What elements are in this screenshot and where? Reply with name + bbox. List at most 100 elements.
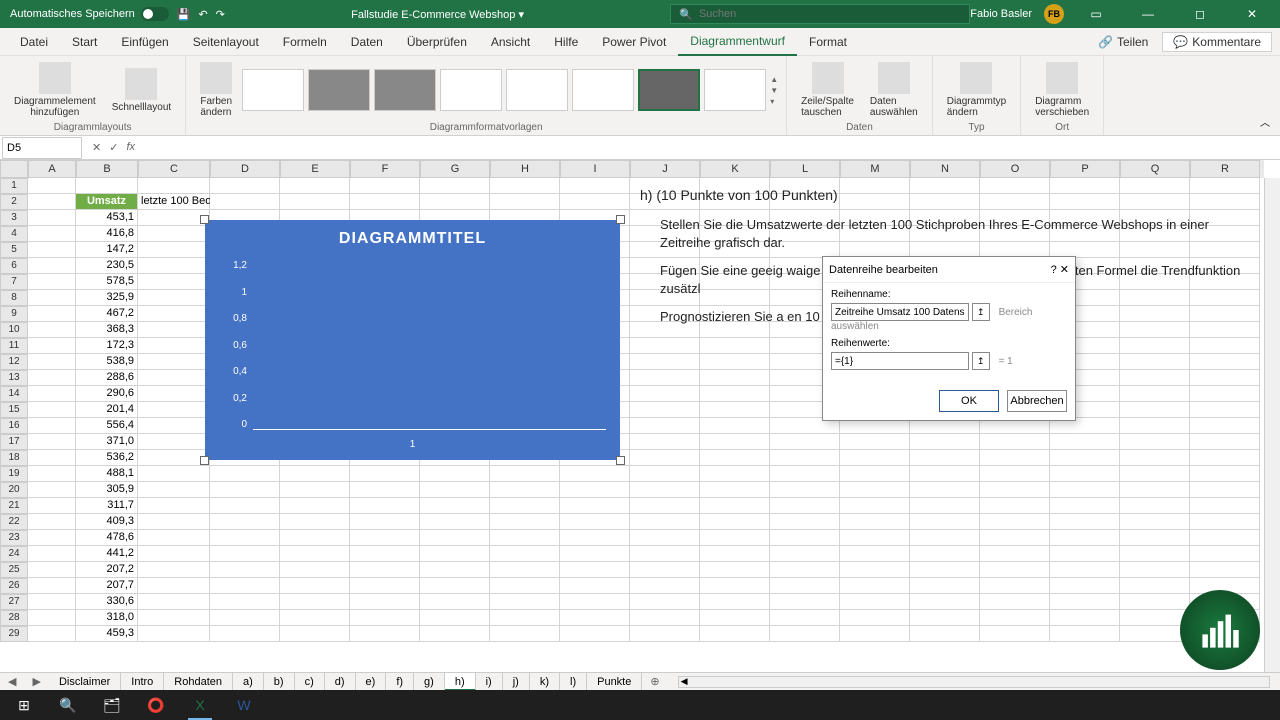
cell[interactable]: [630, 418, 700, 434]
chart-style-3[interactable]: [374, 69, 436, 111]
tab-hilfe[interactable]: Hilfe: [542, 28, 590, 56]
switch-row-column-button[interactable]: Zeile/Spalte tauschen: [795, 60, 860, 120]
cell[interactable]: [980, 498, 1050, 514]
cell[interactable]: 172,3: [76, 338, 138, 354]
sheet-tab[interactable]: Punkte: [587, 673, 642, 691]
cell[interactable]: [980, 594, 1050, 610]
minimize-icon[interactable]: —: [1128, 0, 1168, 28]
cell[interactable]: [910, 530, 980, 546]
cell[interactable]: [28, 274, 76, 290]
cell[interactable]: [1050, 626, 1120, 642]
cell[interactable]: [560, 610, 630, 626]
row-header[interactable]: 17: [0, 434, 28, 450]
column-header[interactable]: P: [1050, 160, 1120, 178]
cell[interactable]: [138, 290, 210, 306]
cell[interactable]: [980, 562, 1050, 578]
collapse-ribbon-icon[interactable]: ︿: [1260, 114, 1270, 129]
cell[interactable]: [280, 482, 350, 498]
redo-icon[interactable]: ↷: [216, 8, 225, 21]
cell[interactable]: [1050, 530, 1120, 546]
cell[interactable]: [138, 258, 210, 274]
vertical-scrollbar[interactable]: [1264, 178, 1280, 672]
cell[interactable]: [840, 530, 910, 546]
cell[interactable]: [630, 338, 700, 354]
cell[interactable]: [910, 498, 980, 514]
row-header[interactable]: 28: [0, 610, 28, 626]
cell[interactable]: [490, 530, 560, 546]
cell[interactable]: [420, 194, 490, 210]
row-header[interactable]: 12: [0, 354, 28, 370]
cell[interactable]: [770, 434, 840, 450]
cell[interactable]: [490, 466, 560, 482]
cell[interactable]: [28, 354, 76, 370]
cell[interactable]: [980, 578, 1050, 594]
cell[interactable]: [700, 594, 770, 610]
cell[interactable]: [560, 178, 630, 194]
cell[interactable]: [280, 514, 350, 530]
row-header[interactable]: 15: [0, 402, 28, 418]
cell[interactable]: [560, 562, 630, 578]
cell[interactable]: [840, 594, 910, 610]
cell[interactable]: [1050, 434, 1120, 450]
row-header[interactable]: 2: [0, 194, 28, 210]
cell[interactable]: [138, 306, 210, 322]
horizontal-scrollbar[interactable]: ◀: [678, 676, 1270, 688]
cell[interactable]: [910, 594, 980, 610]
cell[interactable]: [700, 498, 770, 514]
cell[interactable]: [910, 450, 980, 466]
fx-icon[interactable]: fx: [126, 141, 135, 154]
column-header[interactable]: J: [630, 160, 700, 178]
row-header[interactable]: 4: [0, 226, 28, 242]
cell[interactable]: [420, 546, 490, 562]
sheet-nav-next-icon[interactable]: ▶: [24, 675, 48, 688]
cell[interactable]: [840, 466, 910, 482]
cell[interactable]: [770, 562, 840, 578]
row-header[interactable]: 23: [0, 530, 28, 546]
cell[interactable]: [630, 466, 700, 482]
cell[interactable]: [560, 578, 630, 594]
autosave-toggle[interactable]: Automatisches Speichern: [10, 7, 169, 21]
cell[interactable]: [28, 194, 76, 210]
sheet-tab[interactable]: a): [233, 673, 264, 691]
cell[interactable]: [630, 546, 700, 562]
cell[interactable]: [490, 194, 560, 210]
cell[interactable]: [980, 626, 1050, 642]
cell[interactable]: [420, 578, 490, 594]
tab-ansicht[interactable]: Ansicht: [479, 28, 542, 56]
sheet-tab[interactable]: e): [356, 673, 387, 691]
sheet-tab[interactable]: b): [264, 673, 295, 691]
dialog-help-icon[interactable]: ?: [1051, 264, 1057, 276]
cell[interactable]: [28, 290, 76, 306]
cell[interactable]: [350, 530, 420, 546]
cell[interactable]: [910, 482, 980, 498]
cell[interactable]: 230,5: [76, 258, 138, 274]
file-name[interactable]: Fallstudie E-Commerce Webshop: [351, 9, 515, 21]
cell[interactable]: [700, 626, 770, 642]
cell[interactable]: [630, 354, 700, 370]
move-chart-button[interactable]: Diagramm verschieben: [1029, 60, 1095, 120]
cancel-formula-icon[interactable]: ✕: [92, 141, 101, 154]
series-name-range-icon[interactable]: ↥: [972, 303, 990, 321]
cell[interactable]: 330,6: [76, 594, 138, 610]
cell[interactable]: [280, 578, 350, 594]
cell[interactable]: [700, 562, 770, 578]
cell[interactable]: [1120, 338, 1190, 354]
select-data-button[interactable]: Daten auswählen: [864, 60, 924, 120]
cell[interactable]: 488,1: [76, 466, 138, 482]
cell[interactable]: [700, 354, 770, 370]
chart-style-1[interactable]: [242, 69, 304, 111]
search-box[interactable]: 🔍: [670, 4, 970, 24]
cell[interactable]: [1190, 514, 1260, 530]
cell[interactable]: [700, 578, 770, 594]
ribbon-display-icon[interactable]: ▭: [1076, 0, 1116, 28]
cell[interactable]: [28, 546, 76, 562]
cell[interactable]: [700, 482, 770, 498]
cell[interactable]: [28, 178, 76, 194]
cell[interactable]: [350, 466, 420, 482]
cell[interactable]: [420, 626, 490, 642]
cell[interactable]: [1120, 434, 1190, 450]
taskbar-excel-icon[interactable]: X: [180, 690, 220, 720]
row-header[interactable]: 21: [0, 498, 28, 514]
cell[interactable]: [1120, 370, 1190, 386]
chart-style-4[interactable]: [440, 69, 502, 111]
